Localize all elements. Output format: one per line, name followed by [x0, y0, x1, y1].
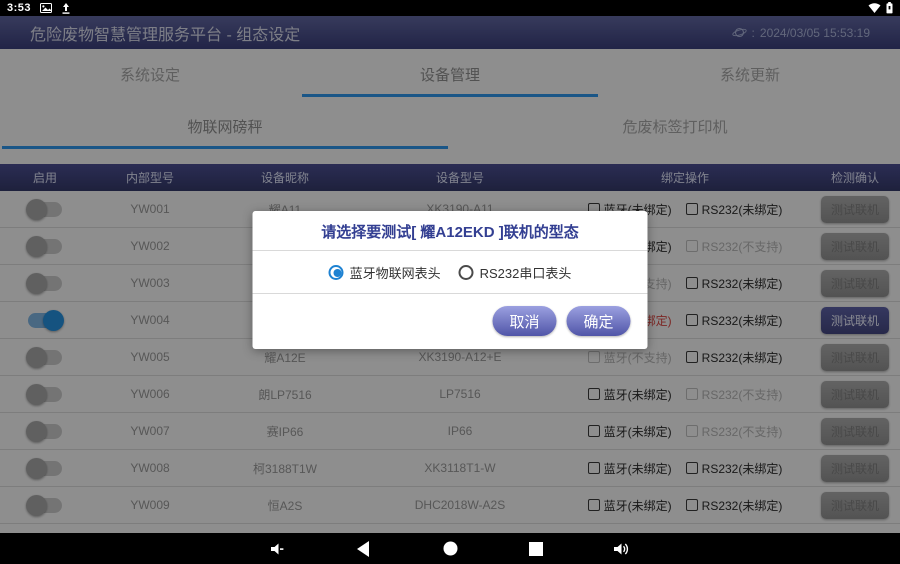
radio-rs232-serial-head[interactable]: RS232串口表头: [459, 263, 572, 282]
battery-icon: [886, 2, 893, 14]
radio-icon: [329, 265, 344, 280]
screenshot-notification-icon: [40, 3, 52, 13]
volume-down-button[interactable]: [266, 540, 290, 558]
back-button[interactable]: [352, 540, 376, 558]
dialog-buttons: 取消 确定: [253, 294, 648, 349]
volume-up-button[interactable]: [610, 540, 634, 558]
android-nav-bar: [0, 533, 900, 564]
usb-upload-notification-icon: [61, 3, 71, 14]
radio-icon: [459, 265, 474, 280]
radio-label: 蓝牙物联网表头: [350, 263, 441, 282]
status-bar: 3:53: [0, 0, 900, 16]
app-screen: 3:53 危险废物智慧管理服务平台 - 组态设定 : 2024/03/05 15…: [0, 0, 900, 564]
recent-apps-button[interactable]: [524, 540, 548, 558]
dialog-title: 请选择要测试[ 耀A12EKD ]联机的型态: [253, 211, 648, 250]
ok-button[interactable]: 确定: [567, 306, 631, 336]
test-connection-dialog: 请选择要测试[ 耀A12EKD ]联机的型态 蓝牙物联网表头 RS232串口表头…: [253, 211, 648, 349]
radio-bluetooth-iot-head[interactable]: 蓝牙物联网表头: [329, 263, 441, 282]
radio-label: RS232串口表头: [480, 263, 572, 282]
wifi-icon: [868, 3, 881, 13]
home-button[interactable]: [438, 540, 462, 558]
dialog-options: 蓝牙物联网表头 RS232串口表头: [253, 251, 648, 293]
cancel-button[interactable]: 取消: [493, 306, 557, 336]
clock: 3:53: [7, 2, 31, 14]
